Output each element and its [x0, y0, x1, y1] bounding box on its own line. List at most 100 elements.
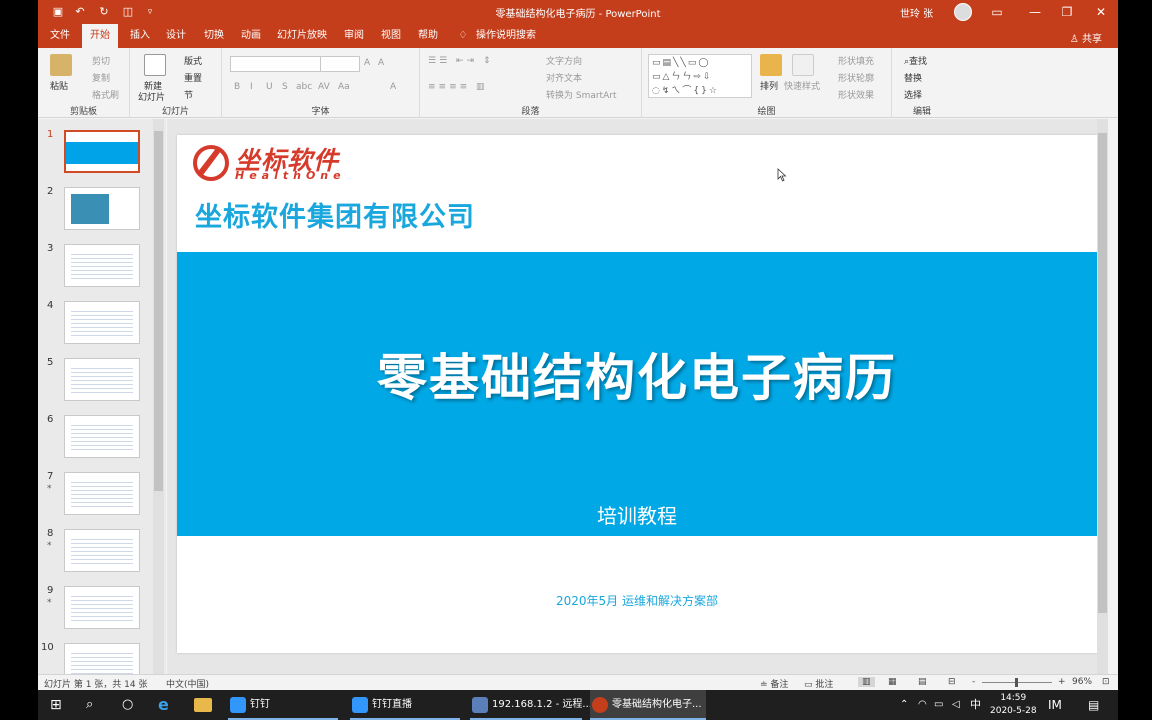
shrink-font-button[interactable]: A	[378, 58, 384, 68]
tab-animations[interactable]: 动画	[235, 24, 267, 48]
thumbnail-slide-4[interactable]	[64, 301, 140, 344]
notes-button[interactable]: ≐ 备注	[760, 677, 788, 690]
tell-me-search[interactable]: 操作说明搜索	[474, 24, 538, 48]
slide-subtitle[interactable]: 培训教程	[177, 500, 1097, 529]
thumbnail-slide-7[interactable]	[64, 472, 140, 515]
tab-transitions[interactable]: 切换	[198, 24, 230, 48]
font-name-combo[interactable]	[230, 56, 322, 72]
shape-fill-button[interactable]: 形状填充	[838, 54, 874, 67]
taskbar-app-dingtalk-live[interactable]: 钉钉直播	[350, 690, 460, 720]
reading-view-icon[interactable]: ▤	[918, 677, 927, 687]
strikethrough-button[interactable]: abc	[296, 82, 312, 92]
canvas-scroll-thumb[interactable]	[1098, 133, 1107, 613]
taskbar-app-dingtalk[interactable]: 钉钉	[228, 690, 338, 720]
zoom-in-button[interactable]: +	[1058, 677, 1066, 687]
smartart-button[interactable]: 转换为 SmartArt	[546, 88, 616, 101]
align-buttons[interactable]: ≡≡≡≡ ▥	[428, 82, 488, 92]
close-button[interactable]: ✕	[1086, 2, 1116, 22]
new-slide-icon[interactable]	[144, 54, 166, 76]
tab-review[interactable]: 审阅	[338, 24, 370, 48]
thumbnail-slide-10[interactable]	[64, 643, 140, 674]
reset-button[interactable]: 重置	[184, 71, 202, 84]
italic-button[interactable]: I	[250, 82, 253, 92]
avatar[interactable]	[954, 3, 972, 21]
shapes-gallery[interactable]: ▭▤╲╲▭◯ ▭△ㄣㄣ⇨⇩ ◌↯ㄟ⌒{}☆	[648, 54, 752, 98]
canvas-scrollbar[interactable]	[1097, 119, 1108, 674]
show-hidden-icons-icon[interactable]: ⌃	[900, 690, 908, 720]
tab-help[interactable]: 帮助	[412, 24, 444, 48]
input-method-indicator[interactable]: 中	[970, 690, 981, 720]
select-button[interactable]: 选择	[904, 88, 922, 101]
layout-button[interactable]: 版式	[184, 54, 202, 67]
slide-title[interactable]: 零基础结构化电子病历	[177, 338, 1097, 410]
share-button[interactable]: ♙ 共享	[1070, 30, 1102, 45]
text-direction-button[interactable]: 文字方向	[546, 54, 582, 67]
tab-insert[interactable]: 插入	[124, 24, 156, 48]
fit-to-window-icon[interactable]: ⊡	[1102, 677, 1110, 687]
slide[interactable]: 坐标软件 HealthOne 坐标软件集团有限公司 零基础结构化电子病历 培训教…	[177, 135, 1097, 653]
cut-button[interactable]: 剪切	[92, 54, 110, 67]
tab-home[interactable]: 开始	[82, 24, 118, 48]
comments-button[interactable]: ▭ 批注	[804, 677, 833, 690]
arrange-icon[interactable]	[760, 54, 782, 76]
taskbar-app-remote-desktop[interactable]: 192.168.1.2 - 远程...	[470, 690, 592, 720]
shape-effects-button[interactable]: 形状效果	[838, 88, 874, 101]
align-text-button[interactable]: 对齐文本	[546, 71, 582, 84]
language-indicator[interactable]: 中文(中国)	[166, 677, 209, 690]
quick-styles-button[interactable]: 快速样式	[784, 79, 820, 92]
bold-button[interactable]: B	[234, 82, 240, 92]
taskbar-app-powerpoint[interactable]: 零基础结构化电子...	[590, 690, 706, 720]
thumbnail-slide-2[interactable]	[64, 187, 140, 230]
thumbnail-slide-9[interactable]	[64, 586, 140, 629]
new-slide-dropdown[interactable]: 幻灯片	[138, 90, 165, 103]
zoom-out-button[interactable]: -	[972, 677, 975, 687]
thumbnail-scroll-thumb[interactable]	[154, 131, 163, 491]
slideshow-view-icon[interactable]: ⊟	[948, 677, 956, 687]
user-name[interactable]: 世玲 张	[900, 5, 933, 20]
shape-outline-button[interactable]: 形状轮廓	[838, 71, 874, 84]
zoom-level[interactable]: 96%	[1072, 677, 1092, 687]
thumbnail-scrollbar[interactable]	[153, 119, 164, 674]
windows-start-icon[interactable]: ⊞	[50, 690, 62, 720]
grow-font-button[interactable]: A	[364, 58, 370, 68]
file-explorer-icon[interactable]	[194, 698, 212, 712]
copy-button[interactable]: 复制	[92, 71, 110, 84]
thumbnail-slide-1[interactable]	[64, 130, 140, 173]
tab-file[interactable]: 文件	[44, 24, 76, 48]
quick-styles-icon[interactable]	[792, 54, 814, 76]
volume-icon[interactable]: ◁	[952, 690, 960, 720]
thumbnail-slide-8[interactable]	[64, 529, 140, 572]
thumbnail-slide-3[interactable]	[64, 244, 140, 287]
edge-browser-icon[interactable]: e	[158, 690, 169, 720]
format-painter-button[interactable]: 格式刷	[92, 88, 119, 101]
normal-view-icon[interactable]: ▥	[858, 677, 875, 687]
notification-center-icon[interactable]: ▤	[1088, 690, 1099, 720]
underline-button[interactable]: U	[266, 82, 273, 92]
paste-icon[interactable]	[50, 54, 72, 76]
font-size-combo[interactable]	[320, 56, 360, 72]
network-icon[interactable]: ▭	[934, 690, 943, 720]
restore-button[interactable]: ❐	[1052, 2, 1082, 22]
wifi-icon[interactable]: ◠	[918, 690, 927, 720]
char-spacing-button[interactable]: AV	[318, 82, 330, 92]
slide-sorter-view-icon[interactable]: ▦	[888, 677, 897, 687]
slide-date-department[interactable]: 2020年5月 运维和解决方案部	[177, 592, 1097, 609]
list-buttons[interactable]: ☰☰ ⇤⇥ ⇕	[428, 56, 493, 66]
ribbon-display-options-button[interactable]: ▭	[982, 2, 1012, 22]
thumbnail-slide-5[interactable]	[64, 358, 140, 401]
zoom-slider[interactable]	[982, 678, 1052, 687]
font-color-button[interactable]: A	[390, 82, 396, 92]
paste-button[interactable]: 粘贴	[50, 79, 68, 92]
tab-design[interactable]: 设计	[160, 24, 192, 48]
thumbnail-slide-6[interactable]	[64, 415, 140, 458]
arrange-button[interactable]: 排列	[760, 79, 778, 92]
zoom-slider-handle[interactable]	[1015, 678, 1018, 687]
tab-view[interactable]: 视图	[375, 24, 407, 48]
meeting-app-icon[interactable]: ⅠⅯ	[1048, 690, 1062, 720]
task-view-icon[interactable]: ○	[122, 690, 133, 720]
change-case-button[interactable]: Aa	[338, 82, 350, 92]
search-icon[interactable]: ⌕	[86, 690, 93, 720]
tab-slideshow[interactable]: 幻灯片放映	[274, 24, 330, 48]
system-clock[interactable]: 14:59 2020-5-28	[990, 692, 1037, 718]
minimize-button[interactable]: —	[1020, 2, 1050, 22]
